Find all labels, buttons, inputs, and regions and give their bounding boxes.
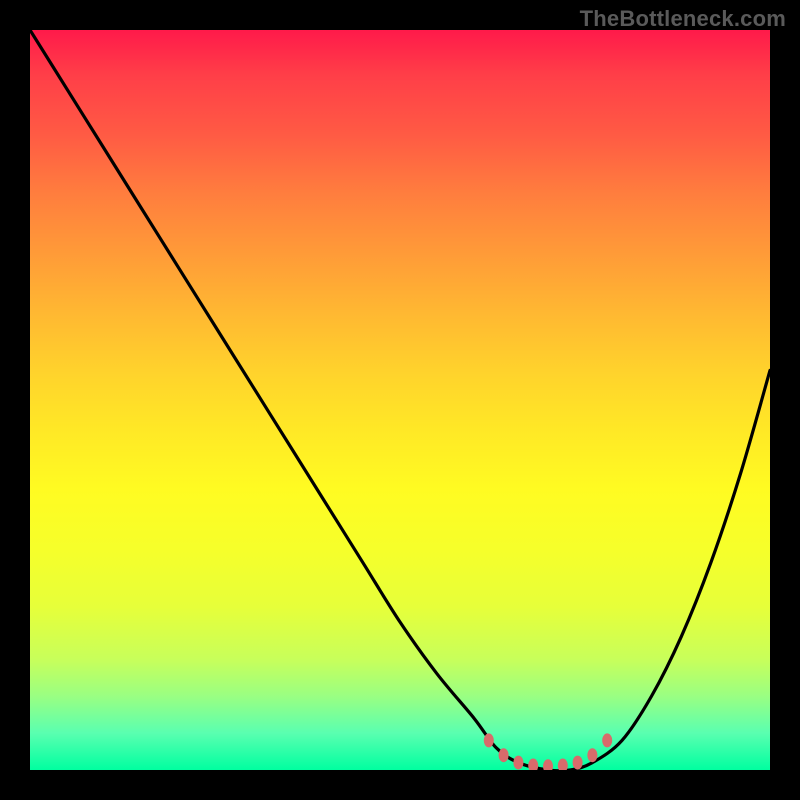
bottleneck-curve (30, 30, 770, 770)
valley-marker (573, 756, 583, 770)
watermark-text: TheBottleneck.com (580, 6, 786, 32)
valley-marker (528, 759, 538, 770)
valley-marker (513, 756, 523, 770)
valley-markers (484, 733, 612, 770)
chart-container: TheBottleneck.com (0, 0, 800, 800)
valley-marker (484, 733, 494, 747)
valley-marker (587, 748, 597, 762)
valley-marker (558, 759, 568, 770)
valley-marker (602, 733, 612, 747)
valley-marker (543, 759, 553, 770)
valley-marker (499, 748, 509, 762)
curve-svg (30, 30, 770, 770)
